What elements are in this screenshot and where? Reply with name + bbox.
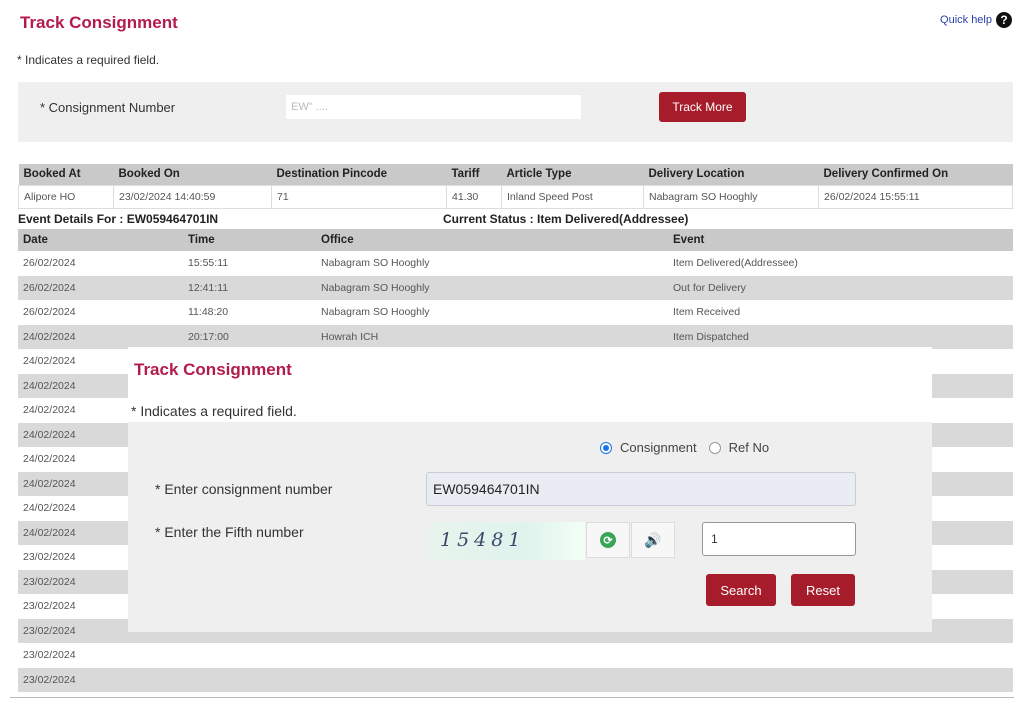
events-header: Event xyxy=(668,229,1013,251)
consignment-number-input[interactable]: EW" .... xyxy=(285,94,582,120)
dialog-title: Track Consignment xyxy=(134,360,292,379)
bottom-divider xyxy=(10,697,1014,698)
track-more-button[interactable]: Track More xyxy=(659,92,746,122)
summary-cell: Nabagram SO Hooghly xyxy=(643,184,819,209)
summary-row: Alipore HO 23/02/2024 14:40:59 71 41.30 … xyxy=(18,184,1013,209)
refresh-icon[interactable]: ⟳ xyxy=(600,532,616,548)
table-row: 26/02/2024 11:48:20 Nabagram SO Hooghly Ite… xyxy=(18,300,1013,325)
quick-help-label[interactable]: Quick help xyxy=(940,14,992,26)
dialog-required-note: * Indicates a required field. xyxy=(131,403,297,419)
event-cell xyxy=(668,667,1013,692)
summary-cell: 41.30 xyxy=(446,184,502,209)
captcha-refresh-button[interactable]: ⟳ xyxy=(586,522,630,558)
event-cell: Item Delivered(Addressee) xyxy=(673,257,798,270)
event-cell: 23/02/2024 xyxy=(23,649,76,662)
event-cell: 26/02/2024 xyxy=(18,275,183,300)
event-cell: Nabagram SO Hooghly xyxy=(321,306,430,319)
event-cell xyxy=(316,643,668,668)
booking-summary-table: Booked At Booked On Destination Pincode … xyxy=(18,164,1013,209)
summary-cell: Alipore HO xyxy=(18,184,114,209)
consignment-number-field[interactable]: EW059464701IN xyxy=(426,472,856,506)
summary-cell: 23/02/2024 14:40:59 xyxy=(113,184,272,209)
page-title: Track Consignment xyxy=(20,13,178,32)
event-cell: Howrah ICH xyxy=(316,324,668,349)
event-cell: 20:17:00 xyxy=(183,324,316,349)
quick-help-link[interactable]: Quick help ? xyxy=(940,12,1012,28)
ref-no-radio[interactable] xyxy=(708,441,721,454)
event-cell: 24/02/2024 xyxy=(18,324,183,349)
track-consignment-dialog: Track Consignment * Indicates a required… xyxy=(128,347,932,632)
summary-header: Booked On xyxy=(113,164,272,185)
event-cell: Nabagram SO Hooghly xyxy=(321,257,430,270)
consignment-radio[interactable] xyxy=(600,441,612,454)
summary-header: Delivery Location xyxy=(643,164,819,185)
current-status-label: Current Status : Item Delivered(Addresse… xyxy=(443,212,689,226)
speaker-icon[interactable]: 🔊 xyxy=(644,532,661,549)
enter-consignment-label: * Enter consignment number xyxy=(155,481,333,497)
summary-cell: 71 xyxy=(271,184,447,209)
table-row: 23/02/2024 xyxy=(18,643,1013,668)
event-cell: 23/02/2024 xyxy=(18,667,183,692)
event-cell: 26/02/2024 xyxy=(23,306,76,319)
event-cell: Nabagram SO Hooghly xyxy=(316,275,668,300)
page-root: Track Consignment Quick help ? * Indicat… xyxy=(0,0,1024,704)
summary-header: Tariff xyxy=(446,164,502,185)
summary-header: Destination Pincode xyxy=(271,164,447,185)
required-note: * Indicates a required field. xyxy=(17,53,160,67)
event-cell xyxy=(183,667,316,692)
event-details-label: Event Details For : EW059464701IN xyxy=(18,212,219,226)
event-cell: Item Dispatched xyxy=(668,324,1013,349)
track-more-form: * Consignment Number EW" .... Track More xyxy=(18,82,1013,142)
event-cell: Out for Delivery xyxy=(668,275,1013,300)
events-header-row: Date Time Office Event xyxy=(18,229,1013,251)
event-cell: 11:48:20 xyxy=(188,306,229,319)
event-cell: Item Received xyxy=(673,306,741,319)
table-row: 26/02/2024 15:55:11 Nabagram SO Hooghly Ite… xyxy=(18,251,1013,276)
summary-header-row: Booked At Booked On Destination Pincode … xyxy=(18,164,1013,185)
event-cell: 26/02/2024 xyxy=(23,257,76,270)
events-header: Office xyxy=(316,229,668,251)
reset-button[interactable]: Reset xyxy=(791,574,855,606)
events-header: Date xyxy=(18,229,183,251)
consignment-number-label: * Consignment Number xyxy=(40,100,176,115)
consignment-radio-label[interactable]: Consignment xyxy=(620,440,697,455)
table-row: 24/02/2024 20:17:00 Howrah ICH Item Dispatc… xyxy=(18,324,1013,349)
captcha-image: 15481 xyxy=(430,522,585,560)
event-cell xyxy=(316,667,668,692)
event-cell xyxy=(668,643,1013,668)
summary-cell: 26/02/2024 15:55:11 xyxy=(818,184,1013,209)
table-row: 23/02/2024 xyxy=(18,667,1013,692)
summary-header: Booked At xyxy=(18,164,114,185)
captcha-answer-input[interactable]: 1 xyxy=(702,522,856,556)
event-cell: 15:55:11 xyxy=(188,257,229,270)
captcha-audio-button[interactable]: 🔊 xyxy=(631,522,675,558)
search-button[interactable]: Search xyxy=(706,574,776,606)
fifth-number-label: * Enter the Fifth number xyxy=(155,524,304,540)
table-row: 26/02/2024 12:41:11 Nabagram SO Hooghly Out… xyxy=(18,275,1013,300)
search-type-radio-group: Consignment Ref No xyxy=(600,440,769,455)
event-details-heading: Event Details For : EW059464701IN Curren… xyxy=(18,212,1013,226)
summary-header: Article Type xyxy=(501,164,644,185)
question-circle-icon[interactable]: ? xyxy=(996,12,1012,28)
events-header: Time xyxy=(183,229,316,251)
event-cell: 12:41:11 xyxy=(183,275,316,300)
dialog-form: Consignment Ref No * Enter consignment n… xyxy=(128,422,932,632)
event-cell xyxy=(183,643,316,668)
summary-cell: Inland Speed Post xyxy=(501,184,644,209)
summary-header: Delivery Confirmed On xyxy=(818,164,1013,185)
ref-no-radio-label[interactable]: Ref No xyxy=(729,440,769,455)
